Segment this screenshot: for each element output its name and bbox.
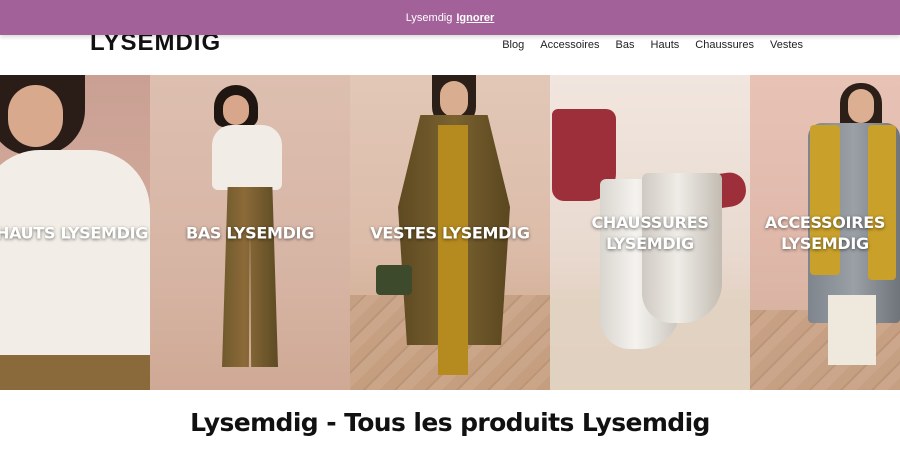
nav-link-hauts[interactable]: Hauts (651, 39, 680, 51)
category-tile-hauts[interactable]: HAUTS LYSEMDIG (0, 75, 150, 390)
category-label: CHAUSSURES LYSEMDIG (591, 212, 709, 253)
page-title: Lysemdig - Tous les produits Lysemdig (190, 408, 710, 437)
category-tiles: HAUTS LYSEMDIG BAS LYSEMDIG VESTES LYSEM… (0, 75, 900, 390)
nav-link-blog[interactable]: Blog (502, 39, 524, 51)
category-tile-bas[interactable]: BAS LYSEMDIG (150, 75, 350, 390)
notice-text: Lysemdig (405, 11, 453, 24)
nav-link-chaussures[interactable]: Chaussures (695, 39, 754, 51)
category-label: HAUTS LYSEMDIG (0, 223, 149, 242)
category-label: VESTES LYSEMDIG (370, 223, 530, 242)
nav-link-vestes[interactable]: Vestes (770, 39, 803, 51)
category-tile-accessoires[interactable]: ACCESSOIRES LYSEMDIG (750, 75, 900, 390)
cookie-notice-bar: Lysemdig Ignorer (0, 0, 900, 35)
category-tile-chaussures[interactable]: CHAUSSURES LYSEMDIG (550, 75, 750, 390)
dismiss-link[interactable]: Ignorer (456, 12, 494, 24)
nav-link-bas[interactable]: Bas (616, 39, 635, 51)
nav-link-accessoires[interactable]: Accessoires (540, 39, 599, 51)
category-label: ACCESSOIRES LYSEMDIG (764, 212, 886, 253)
site-header: LYSEMDIG Blog Accessoires Bas Hauts Chau… (0, 29, 900, 75)
category-tile-vestes[interactable]: VESTES LYSEMDIG (350, 75, 550, 390)
category-label: BAS LYSEMDIG (185, 223, 315, 242)
main-nav: Blog Accessoires Bas Hauts Chaussures Ve… (502, 39, 803, 51)
